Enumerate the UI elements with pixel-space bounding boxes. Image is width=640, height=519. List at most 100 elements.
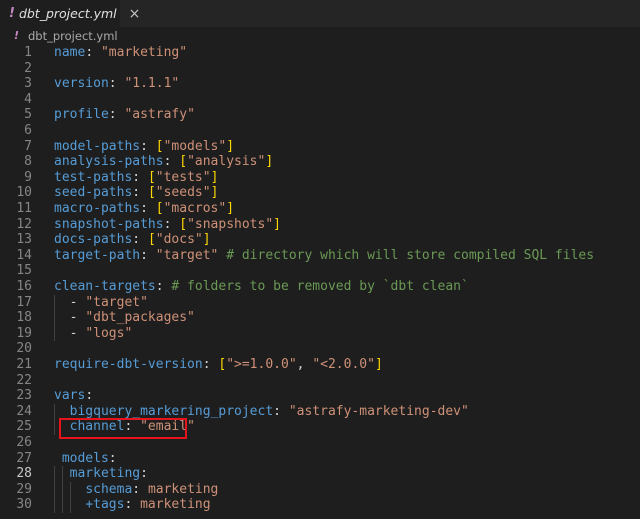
indent-guide — [62, 466, 63, 513]
code-line[interactable]: 15 — [0, 263, 640, 279]
code-line[interactable]: 27 models: — [0, 451, 640, 467]
code-line[interactable]: 21 require-dbt-version: [">=1.0.0", "<2.0… — [0, 357, 640, 373]
code-text: - "target" — [54, 295, 148, 311]
code-line[interactable]: 13 docs-paths: ["docs"] — [0, 232, 640, 248]
code-line[interactable]: 16 clean-targets: # folders to be removed… — [0, 279, 640, 295]
code-token: profile — [54, 107, 109, 123]
indent-guide — [70, 481, 71, 513]
line-number: 22 — [16, 372, 32, 388]
code-token: : — [202, 357, 219, 372]
code-token: "astrafy" — [124, 107, 195, 123]
code-token: snapshot-paths — [54, 216, 164, 232]
code-line[interactable]: 6 — [0, 123, 640, 139]
code-line[interactable]: 10 seed-paths: ["seeds"] — [0, 185, 640, 201]
code-text: profile: "astrafy" — [54, 107, 195, 123]
code-line[interactable]: 14 target-path: "target" # directory whic… — [0, 248, 640, 264]
code-line[interactable]: 18 - "dbt_packages" — [0, 310, 640, 326]
indent-guide — [54, 403, 55, 435]
line-number: 17 — [16, 294, 32, 310]
code-token: "target" — [85, 294, 148, 310]
indent-guide — [54, 466, 55, 513]
line-number: 20 — [16, 341, 32, 357]
code-text: schema: marketing — [54, 482, 218, 498]
code-line[interactable]: 28 marketing: — [0, 466, 640, 482]
tab-dbt-project[interactable]: ! dbt_project.yml × — [0, 0, 140, 27]
code-line[interactable]: 19 - "logs" — [0, 326, 640, 342]
code-token: # directory which will store compiled SQ… — [226, 247, 595, 263]
code-token: "seeds" — [155, 185, 211, 201]
code-line[interactable]: 1 name: "marketing" — [0, 45, 640, 61]
code-token: ] — [210, 185, 219, 201]
code-token: : — [132, 481, 148, 497]
code-token: +tags — [85, 497, 125, 513]
line-number: 2 — [24, 60, 32, 76]
line-number: 14 — [16, 247, 32, 263]
tab-bar: ! dbt_project.yml × — [0, 0, 640, 27]
code-text: name: "marketing" — [54, 45, 187, 61]
code-token: marketing — [69, 466, 141, 482]
code-token: seed-paths — [54, 185, 133, 201]
line-number: 1 — [24, 45, 32, 60]
code-token: docs-paths — [54, 232, 133, 248]
line-number: 9 — [24, 169, 32, 185]
code-token: ] — [226, 138, 235, 154]
code-line[interactable]: 29 schema: marketing — [0, 482, 640, 498]
code-token: [ — [147, 185, 156, 201]
code-token: analysis-paths — [54, 154, 164, 170]
code-token: models — [61, 450, 109, 466]
code-token: : — [140, 201, 156, 216]
breadcrumb-file[interactable]: dbt_project.yml — [28, 29, 118, 43]
code-line[interactable]: 23 vars: — [0, 388, 640, 404]
code-token: "marketing" — [100, 45, 188, 60]
line-number: 15 — [16, 263, 32, 279]
code-token: : — [124, 497, 141, 513]
code-token: [ — [147, 169, 156, 185]
yaml-file-icon: ! — [14, 29, 20, 42]
code-token: - — [54, 310, 86, 326]
code-token: : — [155, 279, 172, 294]
code-token: : — [163, 216, 180, 232]
code-token: marketing — [147, 481, 219, 497]
code-token: ] — [265, 154, 274, 170]
code-token: ] — [202, 232, 211, 248]
code-text: version: "1.1.1" — [54, 76, 179, 92]
code-token: "astrafy-marketing-dev" — [288, 403, 469, 419]
code-line[interactable]: 9 test-paths: ["tests"] — [0, 170, 640, 186]
code-line[interactable]: 30 +tags: marketing — [0, 497, 640, 513]
line-number: 16 — [16, 279, 32, 294]
code-line[interactable]: 20 — [0, 341, 640, 357]
code-line[interactable]: 4 — [0, 92, 640, 108]
code-text: docs-paths: ["docs"] — [54, 232, 211, 248]
code-line[interactable]: 12 snapshot-paths: ["snapshots"] — [0, 217, 640, 233]
line-number: 24 — [16, 403, 32, 419]
code-token: ] — [273, 216, 281, 232]
code-text: test-paths: ["tests"] — [54, 170, 218, 186]
line-number: 21 — [16, 357, 32, 372]
code-token: "dbt_packages" — [85, 310, 195, 326]
close-icon[interactable]: × — [129, 7, 141, 21]
code-token: require-dbt-version — [54, 357, 203, 372]
code-line[interactable]: 8 analysis-paths: ["analysis"] — [0, 154, 640, 170]
code-token: : — [132, 232, 148, 248]
code-token: "logs" — [85, 325, 133, 341]
code-token: ">=1.0.0" — [226, 357, 297, 372]
code-token: : — [85, 45, 101, 60]
code-text: seed-paths: ["seeds"] — [54, 185, 218, 201]
code-line[interactable]: 3 version: "1.1.1" — [0, 76, 640, 92]
code-line[interactable]: 22 — [0, 373, 640, 389]
code-line[interactable]: 17 - "target" — [0, 295, 640, 311]
line-number: 10 — [16, 185, 32, 201]
code-line[interactable]: 11 macro-paths: ["macros"] — [0, 201, 640, 217]
code-text: macro-paths: ["macros"] — [54, 201, 234, 217]
code-line[interactable]: 2 — [0, 61, 640, 77]
code-line[interactable]: 5 profile: "astrafy" — [0, 107, 640, 123]
code-text: require-dbt-version: [">=1.0.0", "<2.0.0… — [54, 357, 383, 373]
code-line[interactable]: 7 model-paths: ["models"] — [0, 139, 640, 155]
code-text: marketing: — [54, 466, 148, 482]
code-token: "tests" — [155, 169, 211, 185]
code-text: vars: — [54, 388, 93, 404]
code-editor[interactable]: 1 name: "marketing" 2 3 version: "1.1.1" 4 5 pr… — [0, 44, 640, 519]
line-number: 19 — [16, 325, 32, 341]
code-token: "macros" — [163, 201, 227, 216]
